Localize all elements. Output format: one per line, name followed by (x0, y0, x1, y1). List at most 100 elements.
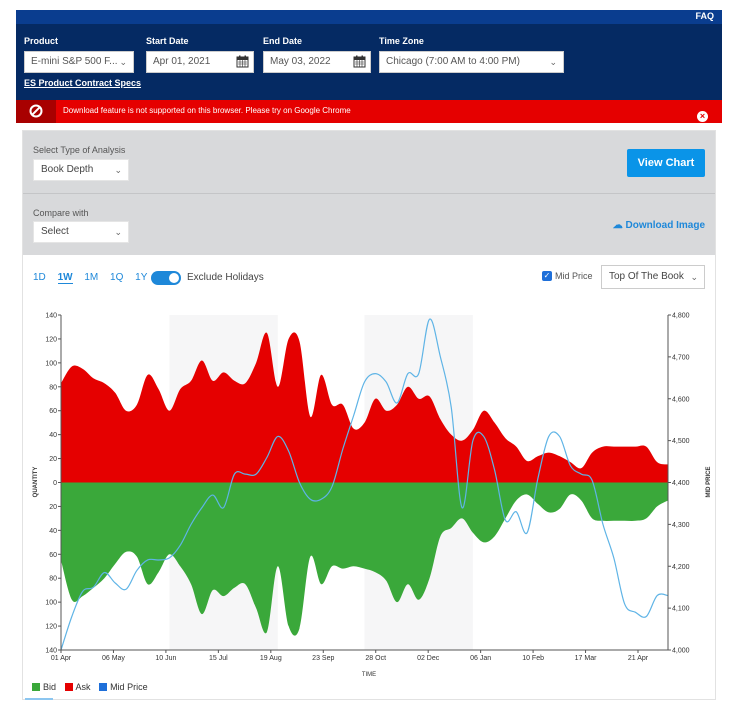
cloud-download-icon: ☁ (612, 220, 623, 231)
top-bar: FAQ (16, 10, 722, 24)
y-right-tick-label: 4,400 (672, 480, 690, 487)
range-tab-1w[interactable]: 1W (57, 272, 73, 284)
end-date-label: End Date (263, 36, 303, 46)
range-tabs: 1D 1W 1M 1Q 1Y (33, 272, 156, 284)
book-level-value: Top Of The Book (609, 271, 684, 282)
chevron-down-icon: ⌄ (549, 57, 557, 67)
compare-select[interactable]: Select ⌄ (33, 221, 129, 243)
time-zone-value: Chicago (7:00 AM to 4:00 PM) (386, 56, 520, 67)
analysis-type-section: Select Type of Analysis Book Depth ⌄ Vie… (23, 131, 715, 194)
book-level-select[interactable]: Top Of The Book ⌄ (601, 265, 705, 289)
chevron-down-icon: ⌄ (114, 227, 122, 237)
x-tick-label: 01 Apr (51, 655, 72, 662)
exclude-holidays-label: Exclude Holidays (187, 272, 264, 283)
y-left-tick-label: 60 (49, 552, 57, 559)
range-tab-1q[interactable]: 1Q (110, 272, 123, 283)
y-right-tick-label: 4,000 (672, 648, 690, 655)
y-left-tick-label: 140 (45, 313, 57, 320)
faq-link[interactable]: FAQ (695, 11, 714, 21)
y-left-tick-label: 20 (49, 456, 57, 463)
x-axis-label: TIME (362, 672, 376, 678)
download-image-label: Download Image (625, 220, 705, 231)
analysis-type-select[interactable]: Book Depth ⌄ (33, 159, 129, 181)
x-tick-label: 10 Jun (155, 655, 176, 662)
x-tick-label: 06 May (102, 655, 125, 662)
view-chart-button[interactable]: View Chart (627, 149, 705, 177)
y-right-tick-label: 4,300 (672, 522, 690, 529)
y-left-tick-label: 100 (45, 600, 57, 607)
legend-item-ask[interactable]: Ask (64, 682, 91, 692)
range-tab-1y[interactable]: 1Y (135, 272, 147, 283)
y-left-tick-label: 80 (49, 576, 57, 583)
y-left-tick-label: 40 (49, 432, 57, 439)
chevron-down-icon: ⌄ (119, 57, 127, 67)
calendar-icon[interactable] (353, 55, 366, 68)
legend-swatch (64, 683, 73, 691)
analysis-type-label: Select Type of Analysis (33, 145, 126, 155)
y-left-tick-label: 0 (53, 480, 57, 487)
y-left-tick-label: 100 (45, 360, 57, 367)
prohibited-icon (29, 104, 43, 118)
x-tick-label: 02 Dec (417, 655, 440, 662)
alert-message: Download feature is not supported on thi… (63, 106, 351, 115)
compare-value: Select (41, 226, 69, 237)
toggle-knob (169, 273, 179, 283)
start-date-label: Start Date (146, 36, 189, 46)
y-left-tick-label: 120 (45, 336, 57, 343)
y-left-tick-label: 120 (45, 624, 57, 631)
exclude-holidays-toggle[interactable] (151, 271, 181, 285)
legend-swatch (99, 683, 108, 691)
mid-price-checkbox[interactable]: ✓ (542, 271, 552, 281)
analysis-type-value: Book Depth (41, 164, 94, 175)
close-icon[interactable]: × (697, 111, 708, 122)
y-left-tick-label: 140 (45, 648, 57, 655)
time-zone-label: Time Zone (379, 36, 424, 46)
y-right-tick-label: 4,700 (672, 354, 690, 361)
y-left-tick-label: 80 (49, 384, 57, 391)
x-tick-label: 06 Jan (470, 655, 491, 662)
y-right-tick-label: 4,200 (672, 564, 690, 571)
y-axis-right-label: MID PRICE (706, 466, 712, 497)
chevron-down-icon: ⌄ (690, 272, 698, 282)
y-left-tick-label: 20 (49, 504, 57, 511)
scroll-indicator (25, 698, 53, 700)
filter-header: Product E-mini S&P 500 F... ⌄ ES Product… (16, 24, 722, 100)
download-image-link[interactable]: ☁ Download Image (613, 220, 705, 231)
compare-label: Compare with (33, 208, 89, 218)
x-tick-label: 23 Sep (312, 655, 334, 662)
start-date-value: Apr 01, 2021 (153, 56, 211, 67)
y-right-tick-label: 4,600 (672, 396, 690, 403)
y-axis-left-label: QUANTITY (33, 467, 39, 498)
legend-label: Bid (43, 682, 57, 692)
chevron-down-icon: ⌄ (114, 165, 122, 175)
start-date-input[interactable]: Apr 01, 2021 (146, 51, 254, 73)
alert-icon-box (16, 100, 56, 123)
compare-section: Compare with Select ⌄ ☁ Download Image (23, 194, 715, 255)
y-left-tick-label: 40 (49, 528, 57, 535)
legend-item-mid-price[interactable]: Mid Price (99, 682, 148, 692)
calendar-icon[interactable] (236, 55, 249, 68)
product-label: Product (24, 36, 59, 46)
y-left-tick-label: 60 (49, 408, 57, 415)
legend-swatch (32, 683, 40, 691)
time-zone-select[interactable]: Chicago (7:00 AM to 4:00 PM) ⌄ (379, 51, 564, 73)
end-date-input[interactable]: May 03, 2022 (263, 51, 371, 73)
legend-label: Mid Price (110, 682, 148, 692)
end-date-value: May 03, 2022 (270, 56, 331, 67)
book-depth-chart: 140 120 100 80 60 40 20 0 20 40 60 80 100 120 140 4,800… (33, 313, 712, 679)
x-tick-label: 19 Aug (260, 655, 282, 662)
x-tick-label: 28 Oct (365, 655, 386, 662)
product-specs-link[interactable]: ES Product Contract Specs (24, 78, 141, 88)
range-tab-1d[interactable]: 1D (33, 272, 46, 283)
product-select[interactable]: E-mini S&P 500 F... ⌄ (24, 51, 134, 73)
legend-label: Ask (75, 682, 91, 692)
range-tab-1m[interactable]: 1M (84, 272, 98, 283)
x-tick-label: 10 Feb (522, 655, 544, 662)
mid-price-label: Mid Price (555, 271, 593, 281)
x-tick-label: 15 Jul (209, 655, 228, 662)
chart-legend: Bid Ask Mid Price (32, 682, 154, 692)
y-right-tick-label: 4,800 (672, 313, 690, 320)
legend-item-bid[interactable]: Bid (32, 682, 56, 692)
product-value: E-mini S&P 500 F... (31, 56, 118, 67)
y-right-tick-label: 4,500 (672, 438, 690, 445)
